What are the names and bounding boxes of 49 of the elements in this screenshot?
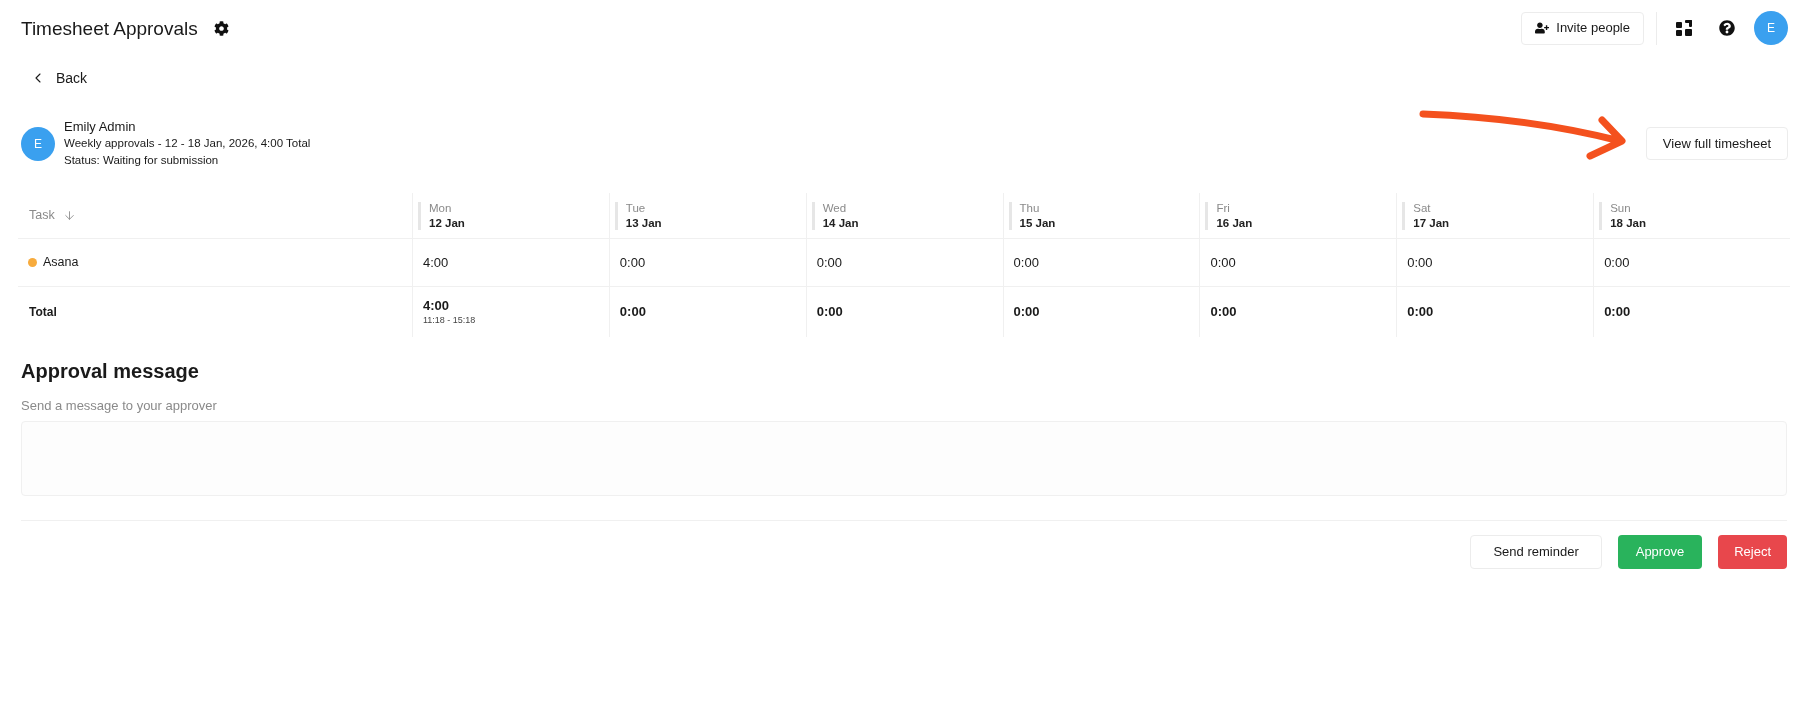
total-hours: 0:00 xyxy=(1210,304,1237,320)
day-name: Mon xyxy=(429,200,452,216)
total-hours: 4:00 xyxy=(423,297,450,314)
day-name: Wed xyxy=(822,200,847,216)
help-icon[interactable] xyxy=(1719,20,1735,36)
day-date: 18 Jan xyxy=(1610,215,1646,231)
reminder-button[interactable]: Send reminder xyxy=(1470,535,1602,569)
day-date: 16 Jan xyxy=(1216,215,1253,231)
total-hours: 0:00 xyxy=(816,304,843,320)
table-cell-text: 0:00 xyxy=(1407,253,1433,272)
section-title: Approval message xyxy=(21,359,199,383)
table-cell-text: 0:00 xyxy=(816,253,842,272)
day-name: Sun xyxy=(1610,200,1631,216)
user-plus-icon xyxy=(1535,21,1550,35)
table-cell-text: 0:00 xyxy=(1210,253,1236,272)
day-date: 17 Jan xyxy=(1413,215,1450,231)
total-hours: 0:00 xyxy=(1604,304,1631,320)
day-name: Tue xyxy=(625,200,646,216)
table-cell-text: 0:00 xyxy=(619,253,646,272)
reject-button[interactable]: Reject xyxy=(1718,535,1787,569)
day-date: 12 Jan xyxy=(429,215,465,231)
view-timesheet-button[interactable]: View full timesheet xyxy=(1645,127,1788,160)
settings-icon[interactable] xyxy=(213,20,229,36)
total-hours: 0:00 xyxy=(1013,304,1040,320)
time-range: 11:18 - 15:18 xyxy=(423,313,476,327)
column-header[interactable]: Task xyxy=(29,206,55,225)
employee-name: Emily Admin xyxy=(64,118,136,135)
total-label: Total xyxy=(29,304,57,321)
day-date: 15 Jan xyxy=(1019,215,1056,231)
table-cell-text: 0:00 xyxy=(1604,253,1630,272)
day-name: Thu xyxy=(1019,200,1040,216)
field-label: Send a message to your approver xyxy=(21,397,217,415)
page-title: Timesheet Approvals xyxy=(21,18,198,38)
back-link[interactable]: Back xyxy=(30,67,88,89)
day-name: Fri xyxy=(1216,200,1230,216)
task-name: Asana xyxy=(43,254,79,272)
invite-button[interactable]: Invite people xyxy=(1521,11,1644,45)
day-date: 13 Jan xyxy=(625,215,662,231)
approval-summary: Weekly approvals - 12 - 18 Jan, 2026, 4:00 Total xyxy=(64,136,311,151)
day-date: 14 Jan xyxy=(822,215,859,231)
total-hours: 0:00 xyxy=(619,304,646,320)
squares-grid-icon[interactable] xyxy=(1676,20,1692,36)
employee-avatar: E xyxy=(21,126,55,161)
approval-status: Status: Waiting for submission xyxy=(64,153,219,168)
sort-arrow-icon[interactable] xyxy=(62,209,76,222)
table-cell-text: 4:00 xyxy=(423,253,449,272)
table-cell-text: 0:00 xyxy=(1013,253,1039,272)
total-hours: 0:00 xyxy=(1407,304,1434,320)
day-name: Sat xyxy=(1413,200,1431,216)
